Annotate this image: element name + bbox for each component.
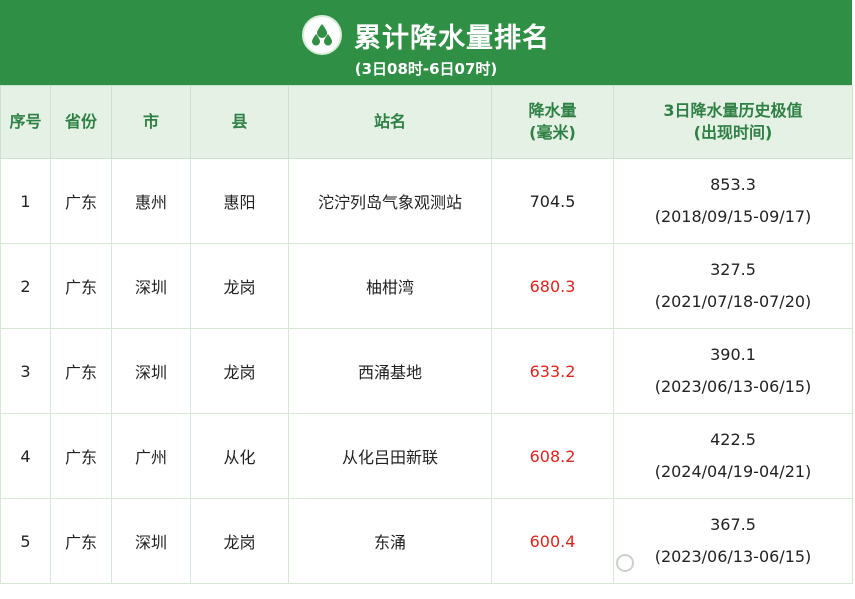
cell-history: 390.1 (2023/06/13-06/15) xyxy=(613,328,853,414)
history-value: 390.1 xyxy=(710,345,756,364)
history-date: (2021/07/18-07/20) xyxy=(654,292,812,311)
header-banner: 累计降水量排名 (3日08时-6日07时) xyxy=(0,0,852,85)
cell-province: 广东 xyxy=(50,413,112,499)
cell-station: 东涌 xyxy=(288,498,492,584)
cell-history: 422.5 (2024/04/19-04/21) xyxy=(613,413,853,499)
cell-station: 沱泞列岛气象观测站 xyxy=(288,158,492,244)
ranking-page: 累计降水量排名 (3日08时-6日07时) 序号 省份 市 县 站名 降水量 (… xyxy=(0,0,855,599)
cell-rank: 2 xyxy=(0,243,51,329)
cell-rank: 3 xyxy=(0,328,51,414)
cell-history: 327.5 (2021/07/18-07/20) xyxy=(613,243,853,329)
table-row: 3 广东 深圳 龙岗 西涌基地 633.2 390.1 (2023/06/13-… xyxy=(0,328,853,414)
cell-county: 惠阳 xyxy=(190,158,289,244)
cell-province: 广东 xyxy=(50,158,112,244)
cell-city: 广州 xyxy=(111,413,191,499)
col-header-history-line1: 3日降水量历史极值 xyxy=(663,101,803,120)
watermark xyxy=(616,546,852,580)
cell-county: 从化 xyxy=(190,413,289,499)
cell-city: 惠州 xyxy=(111,158,191,244)
cell-history: 853.3 (2018/09/15-09/17) xyxy=(613,158,853,244)
cell-precip: 608.2 xyxy=(491,413,614,499)
cell-station: 柚柑湾 xyxy=(288,243,492,329)
cell-province: 广东 xyxy=(50,328,112,414)
col-header-precip: 降水量 (毫米) xyxy=(491,85,614,159)
col-header-history-line2: (出现时间) xyxy=(693,123,773,142)
water-drops-icon xyxy=(302,15,342,55)
page-title: 累计降水量排名 xyxy=(354,22,550,54)
history-value: 853.3 xyxy=(710,175,756,194)
col-header-station: 站名 xyxy=(288,85,492,159)
cell-city: 深圳 xyxy=(111,243,191,329)
cell-station: 西涌基地 xyxy=(288,328,492,414)
col-header-city: 市 xyxy=(111,85,191,159)
table-row: 2 广东 深圳 龙岗 柚柑湾 680.3 327.5 (2021/07/18-0… xyxy=(0,243,853,329)
cell-precip: 680.3 xyxy=(491,243,614,329)
history-date: (2024/04/19-04/21) xyxy=(654,462,812,481)
cell-station: 从化吕田新联 xyxy=(288,413,492,499)
cell-county: 龙岗 xyxy=(190,243,289,329)
table-row: 1 广东 惠州 惠阳 沱泞列岛气象观测站 704.5 853.3 (2018/0… xyxy=(0,158,853,244)
cell-precip: 600.4 xyxy=(491,498,614,584)
col-header-precip-line2: (毫米) xyxy=(529,123,576,142)
col-header-rank: 序号 xyxy=(0,85,51,159)
cell-province: 广东 xyxy=(50,243,112,329)
cell-county: 龙岗 xyxy=(190,498,289,584)
cell-rank: 1 xyxy=(0,158,51,244)
history-value: 367.5 xyxy=(710,515,756,534)
col-header-county: 县 xyxy=(190,85,289,159)
cell-rank: 4 xyxy=(0,413,51,499)
cell-county: 龙岗 xyxy=(190,328,289,414)
cell-rank: 5 xyxy=(0,498,51,584)
table-header-row: 序号 省份 市 县 站名 降水量 (毫米) 3日降水量历史极值 (出现时间) xyxy=(0,85,853,159)
title-row: 累计降水量排名 xyxy=(0,14,852,56)
precipitation-table: 序号 省份 市 县 站名 降水量 (毫米) 3日降水量历史极值 (出现时间) 1… xyxy=(0,85,853,584)
cell-precip: 704.5 xyxy=(491,158,614,244)
table-row: 4 广东 广州 从化 从化吕田新联 608.2 422.5 (2024/04/1… xyxy=(0,413,853,499)
history-date: (2018/09/15-09/17) xyxy=(654,207,812,226)
cell-city: 深圳 xyxy=(111,328,191,414)
cell-province: 广东 xyxy=(50,498,112,584)
history-value: 327.5 xyxy=(710,260,756,279)
history-value: 422.5 xyxy=(710,430,756,449)
col-header-history: 3日降水量历史极值 (出现时间) xyxy=(613,85,853,159)
cell-city: 深圳 xyxy=(111,498,191,584)
page-subtitle: (3日08时-6日07时) xyxy=(354,60,498,78)
col-header-precip-line1: 降水量 xyxy=(528,101,577,120)
cell-precip: 633.2 xyxy=(491,328,614,414)
history-date: (2023/06/13-06/15) xyxy=(654,377,812,396)
watermark-logo-icon xyxy=(616,554,634,572)
col-header-province: 省份 xyxy=(50,85,112,159)
